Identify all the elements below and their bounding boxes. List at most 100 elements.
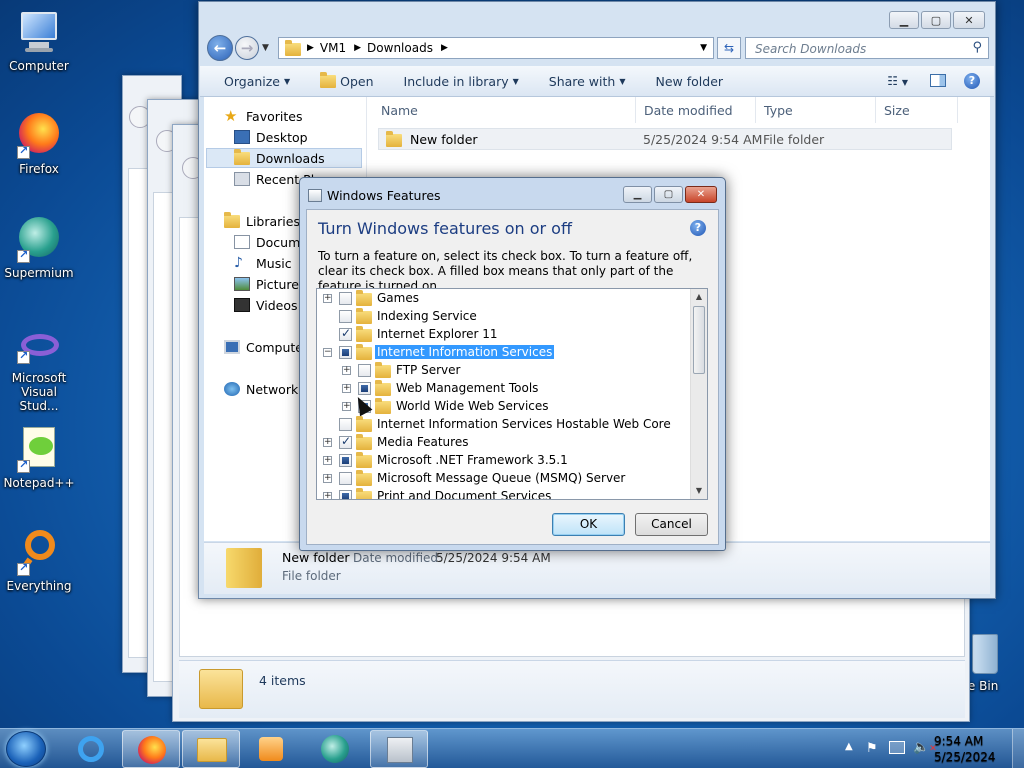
desktop-icon-visual-studio[interactable]: Microsoft Visual Stud...: [0, 330, 78, 413]
taskbar-media-player[interactable]: [242, 730, 300, 768]
close-button[interactable]: ✕: [953, 11, 985, 29]
desktop-icon-notepadpp[interactable]: Notepad++: [0, 425, 78, 490]
nav-favorites[interactable]: ★ Favorites: [224, 106, 302, 126]
feature-row[interactable]: Indexing Service: [317, 308, 689, 326]
feature-row[interactable]: + Microsoft .NET Framework 3.5.1: [317, 452, 689, 470]
view-options-button[interactable]: ☷ ▼: [887, 74, 908, 88]
file-row[interactable]: New folder 5/25/2024 9:54 AM File folder: [378, 128, 952, 150]
feature-row[interactable]: + Games: [317, 290, 689, 308]
feature-checkbox[interactable]: [339, 418, 352, 431]
feature-checkbox[interactable]: [339, 326, 352, 341]
dialog-minimize-button[interactable]: ▁: [623, 186, 652, 203]
desktop-icon-firefox[interactable]: Firefox: [0, 111, 78, 176]
taskbar-explorer[interactable]: [182, 730, 240, 768]
recent-pages-dropdown[interactable]: ▼: [262, 43, 269, 53]
cancel-button[interactable]: Cancel: [635, 513, 708, 536]
feature-row[interactable]: − Internet Information Services: [317, 344, 689, 362]
nav-documents[interactable]: Docume: [234, 232, 308, 252]
feature-checkbox[interactable]: [339, 292, 352, 305]
tree-scrollbar[interactable]: ▲ ▼: [690, 289, 707, 499]
expand-icon[interactable]: +: [323, 474, 332, 483]
feature-checkbox[interactable]: [339, 454, 352, 467]
supermium-icon: [15, 215, 63, 263]
taskbar-firefox[interactable]: [122, 730, 180, 768]
column-header-type[interactable]: Type: [756, 97, 876, 123]
open-button[interactable]: Open: [320, 71, 374, 89]
address-dropdown[interactable]: ▼: [700, 43, 707, 53]
scroll-down-arrow[interactable]: ▼: [691, 483, 707, 499]
feature-checkbox[interactable]: [339, 346, 352, 359]
expand-icon[interactable]: +: [342, 366, 351, 375]
nav-libraries[interactable]: Libraries: [224, 211, 300, 231]
forward-button[interactable]: →: [235, 36, 259, 60]
feature-checkbox[interactable]: [339, 490, 352, 499]
feature-checkbox[interactable]: [358, 364, 371, 377]
breadcrumb-vm1[interactable]: VM1: [320, 41, 346, 55]
breadcrumb-downloads[interactable]: Downloads: [367, 41, 433, 55]
show-desktop-button[interactable]: [1012, 729, 1024, 768]
nav-desktop[interactable]: Desktop: [234, 127, 308, 147]
feature-checkbox[interactable]: [339, 434, 352, 449]
feature-row[interactable]: + Web Management Tools: [317, 380, 689, 398]
search-input[interactable]: Search Downloads ⚲: [745, 37, 989, 59]
back-button[interactable]: ←: [207, 35, 233, 61]
preview-pane-button[interactable]: [930, 74, 946, 87]
feature-label: Internet Information Services: [375, 345, 555, 359]
column-header-size[interactable]: Size: [876, 97, 958, 123]
feature-row[interactable]: + Print and Document Services: [317, 488, 689, 499]
nav-computer[interactable]: Compute: [224, 337, 303, 357]
dialog-maximize-button[interactable]: ▢: [654, 186, 683, 203]
taskbar-windows-features[interactable]: [370, 730, 428, 768]
ok-button[interactable]: OK: [552, 513, 625, 536]
clock[interactable]: 9:54 AM 5/25/2024: [934, 733, 1004, 765]
scroll-up-arrow[interactable]: ▲: [691, 289, 707, 305]
action-center-flag-icon[interactable]: ⚑: [866, 741, 878, 756]
new-folder-button[interactable]: New folder: [656, 74, 724, 89]
collapse-icon[interactable]: −: [323, 348, 332, 357]
feature-row[interactable]: + World Wide Web Services: [317, 398, 689, 416]
expand-icon[interactable]: +: [342, 402, 351, 411]
nav-network[interactable]: Network: [224, 379, 298, 399]
feature-row[interactable]: + Media Features: [317, 434, 689, 452]
nav-videos[interactable]: Videos: [234, 295, 298, 315]
include-in-library-button[interactable]: Include in library ▼: [404, 74, 519, 89]
show-hidden-icons[interactable]: ▲: [845, 741, 853, 752]
feature-row[interactable]: + FTP Server: [317, 362, 689, 380]
minimize-button[interactable]: ▁: [889, 11, 919, 29]
address-bar[interactable]: ▶ VM1 ▶ Downloads ▶ ▼: [278, 37, 714, 59]
share-with-button[interactable]: Share with ▼: [549, 74, 626, 89]
expand-icon[interactable]: +: [323, 438, 332, 447]
nav-downloads[interactable]: Downloads: [206, 148, 362, 168]
expand-icon[interactable]: +: [323, 294, 332, 303]
nav-music[interactable]: ♪ Music: [234, 253, 292, 273]
clock-date: 5/25/2024: [934, 750, 996, 764]
desktop-icon-computer[interactable]: Computer: [0, 8, 78, 73]
feature-checkbox[interactable]: [339, 472, 352, 485]
network-tray-icon[interactable]: [889, 741, 905, 754]
expand-icon[interactable]: +: [323, 492, 332, 499]
expand-icon[interactable]: +: [342, 384, 351, 393]
dialog-close-button[interactable]: ✕: [685, 186, 717, 203]
scroll-thumb[interactable]: [693, 306, 705, 374]
column-header-date[interactable]: Date modified: [636, 97, 756, 123]
feature-row[interactable]: Internet Explorer 11: [317, 326, 689, 344]
organize-button[interactable]: Organize ▼: [224, 74, 290, 89]
start-button[interactable]: [6, 731, 46, 767]
help-icon[interactable]: ?: [964, 73, 980, 89]
feature-checkbox[interactable]: [358, 382, 371, 395]
maximize-button[interactable]: ▢: [921, 11, 951, 29]
windows-features-dialog[interactable]: Windows Features ▁ ▢ ✕ Turn Windows feat…: [299, 177, 726, 551]
feature-checkbox[interactable]: [339, 310, 352, 323]
feature-row[interactable]: Internet Information Services Hostable W…: [317, 416, 689, 434]
help-icon[interactable]: ?: [690, 220, 706, 236]
desktop-icon-supermium[interactable]: Supermium: [0, 215, 78, 280]
nav-pictures[interactable]: Pictures: [234, 274, 306, 294]
taskbar-internet-explorer[interactable]: [62, 730, 120, 768]
column-header-name[interactable]: Name: [373, 97, 636, 123]
refresh-button[interactable]: ⇆: [717, 37, 741, 59]
desktop-icon-everything[interactable]: Everything: [0, 528, 78, 593]
taskbar-supermium[interactable]: [306, 730, 364, 768]
feature-row[interactable]: + Microsoft Message Queue (MSMQ) Server: [317, 470, 689, 488]
feature-tree[interactable]: ▲ ▼ + Games Indexing Service Internet Explo…: [316, 288, 708, 500]
expand-icon[interactable]: +: [323, 456, 332, 465]
